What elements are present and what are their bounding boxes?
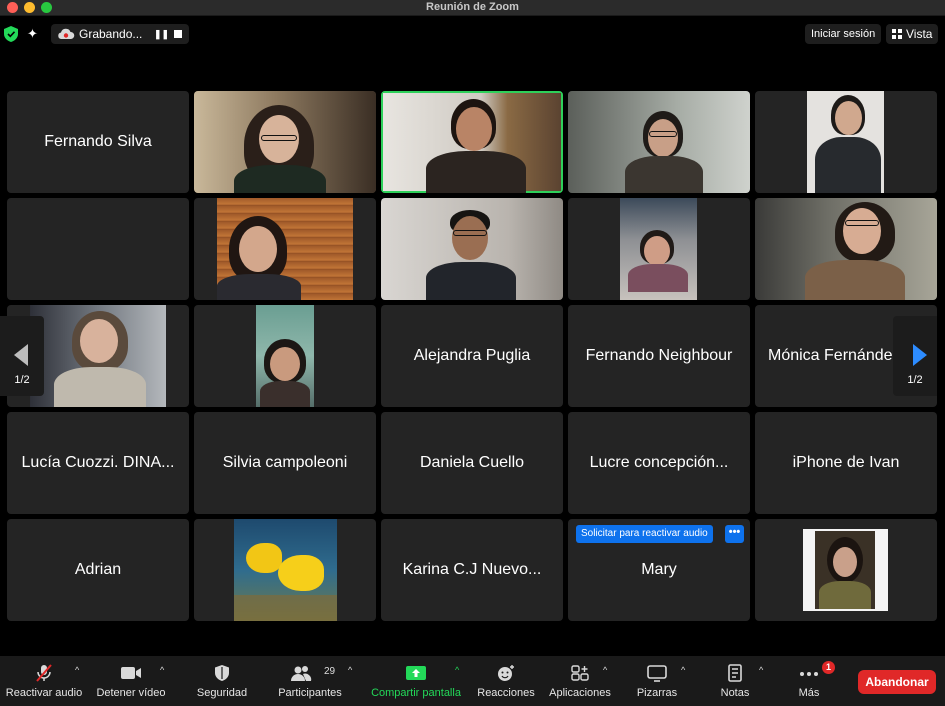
- participant-tile[interactable]: Fernando Silva: [7, 91, 189, 193]
- emoji-reaction-icon: [498, 665, 514, 681]
- reactions-button[interactable]: Reacciones: [474, 656, 538, 706]
- window-titlebar: Reunión de Zoom: [0, 0, 945, 16]
- participant-tile[interactable]: Lucía Cuozzi. DINA...: [7, 412, 189, 514]
- participant-tile[interactable]: Daniela Cuello: [381, 412, 563, 514]
- video-camera-icon: [121, 667, 141, 679]
- audio-options-chevron-icon[interactable]: ^: [75, 666, 83, 675]
- ai-companion-icon[interactable]: ✦: [27, 26, 42, 41]
- participant-name: Alejandra Puglia: [413, 347, 531, 364]
- whiteboards-button[interactable]: Pizarras: [628, 656, 686, 706]
- participant-name: Lucre concepción...: [589, 454, 729, 471]
- apps-button[interactable]: Aplicaciones: [544, 656, 616, 706]
- participant-name: Silvia campoleoni: [222, 454, 348, 471]
- participant-video-tile[interactable]: [194, 91, 376, 193]
- participant-video-tile[interactable]: [755, 91, 937, 193]
- notes-options-chevron-icon[interactable]: ^: [759, 666, 767, 675]
- participant-tile[interactable]: Lucre concepción...: [568, 412, 750, 514]
- request-unmute-button[interactable]: Solicitar para reactivar audio: [576, 525, 713, 543]
- unmute-button[interactable]: Reactivar audio: [2, 656, 86, 706]
- fish-avatar-image: [234, 519, 337, 621]
- participant-name: Lucía Cuozzi. DINA...: [21, 454, 175, 471]
- meeting-controls-toolbar: Reactivar audio ^ Detener vídeo ^ Seguri…: [0, 656, 945, 706]
- participants-button[interactable]: 29 Participantes: [272, 656, 348, 706]
- share-options-chevron-icon[interactable]: ^: [455, 666, 463, 675]
- recording-indicator: Grabando... ❚❚: [51, 24, 189, 44]
- active-speaker-tile[interactable]: [381, 91, 563, 193]
- gallery-grid: Fernando Silva Alejandra Puglia Fernando…: [6, 90, 938, 624]
- share-screen-icon: [406, 666, 426, 680]
- whiteboard-icon: [647, 665, 667, 682]
- grid-view-icon: [892, 29, 902, 39]
- participant-tile[interactable]: Alejandra Puglia: [381, 305, 563, 407]
- participant-tile[interactable]: Solicitar para reactivar audio ••• Mary: [568, 519, 750, 621]
- participant-avatar-tile[interactable]: [755, 519, 937, 621]
- participants-count: 29: [324, 666, 336, 677]
- participant-tile[interactable]: Adrian: [7, 519, 189, 621]
- recording-label: Grabando...: [79, 27, 143, 41]
- leave-meeting-button[interactable]: Abandonar: [858, 670, 936, 694]
- chevron-left-icon: [14, 344, 28, 366]
- reactions-label: Reacciones: [477, 687, 535, 699]
- share-screen-button[interactable]: Compartir pantalla: [366, 656, 466, 706]
- participant-name: Karina C.J Nuevo...: [402, 561, 542, 578]
- notes-icon: [728, 664, 742, 682]
- participant-name: Fernando Silva: [44, 133, 152, 150]
- stop-video-label: Detener vídeo: [96, 687, 166, 699]
- apps-label: Aplicaciones: [549, 687, 611, 699]
- participant-name: Mary: [641, 561, 677, 578]
- participants-options-chevron-icon[interactable]: ^: [348, 666, 356, 675]
- meeting-topbar: ✦ Grabando... ❚❚ Iniciar sesión Vista: [0, 16, 945, 86]
- more-label: Más: [798, 687, 820, 699]
- next-page-button[interactable]: 1/2: [893, 316, 937, 396]
- security-button[interactable]: Seguridad: [192, 656, 252, 706]
- participant-tile[interactable]: Fernando Neighbour: [568, 305, 750, 407]
- page-indicator: 1/2: [14, 374, 30, 386]
- apps-icon: [571, 665, 589, 681]
- apps-options-chevron-icon[interactable]: ^: [603, 666, 611, 675]
- muted-microphone-icon: [36, 664, 52, 682]
- whiteboards-options-chevron-icon[interactable]: ^: [681, 666, 689, 675]
- participant-video-tile[interactable]: [194, 198, 376, 300]
- participant-name: iPhone de Ivan: [792, 454, 900, 471]
- participant-video-tile[interactable]: [755, 198, 937, 300]
- participant-tile[interactable]: Silvia campoleoni: [194, 412, 376, 514]
- video-options-chevron-icon[interactable]: ^: [160, 666, 168, 675]
- cloud-recording-icon: [58, 28, 75, 39]
- stop-video-button[interactable]: Detener vídeo: [92, 656, 170, 706]
- share-screen-label: Compartir pantalla: [371, 687, 461, 699]
- unmute-label: Reactivar audio: [5, 687, 83, 699]
- notes-button[interactable]: Notas: [710, 656, 760, 706]
- view-label: Vista: [906, 27, 933, 41]
- pause-recording-button[interactable]: ❚❚: [154, 29, 169, 40]
- participant-tile[interactable]: Karina C.J Nuevo...: [381, 519, 563, 621]
- sign-in-button[interactable]: Iniciar sesión: [805, 24, 882, 44]
- window-title: Reunión de Zoom: [426, 1, 519, 13]
- view-button[interactable]: Vista: [886, 24, 939, 44]
- participant-video-tile[interactable]: [381, 198, 563, 300]
- participant-avatar-tile[interactable]: [194, 519, 376, 621]
- more-notification-badge: 1: [822, 661, 835, 674]
- encryption-shield-icon[interactable]: [4, 26, 18, 42]
- page-indicator: 1/2: [907, 374, 923, 386]
- more-options-button[interactable]: •••: [725, 525, 744, 543]
- whiteboards-label: Pizarras: [636, 687, 678, 699]
- chevron-right-icon: [913, 344, 927, 366]
- more-dots-icon: [800, 672, 818, 676]
- participant-tile[interactable]: iPhone de Ivan: [755, 412, 937, 514]
- participant-tile[interactable]: [7, 198, 189, 300]
- participant-video-tile[interactable]: [568, 198, 750, 300]
- participants-label: Participantes: [278, 687, 342, 699]
- participant-video-tile[interactable]: [568, 91, 750, 193]
- participant-video-tile[interactable]: [194, 305, 376, 407]
- participant-name: Fernando Neighbour: [585, 347, 733, 364]
- security-label: Seguridad: [196, 687, 248, 699]
- security-shield-icon: [215, 665, 229, 681]
- participants-icon: [290, 666, 312, 681]
- participant-name: Daniela Cuello: [419, 454, 525, 471]
- previous-page-button[interactable]: 1/2: [0, 316, 44, 396]
- notes-label: Notas: [720, 687, 750, 699]
- stop-recording-button[interactable]: [174, 30, 182, 38]
- participant-name: Adrian: [74, 561, 122, 578]
- profile-photo: [803, 529, 888, 611]
